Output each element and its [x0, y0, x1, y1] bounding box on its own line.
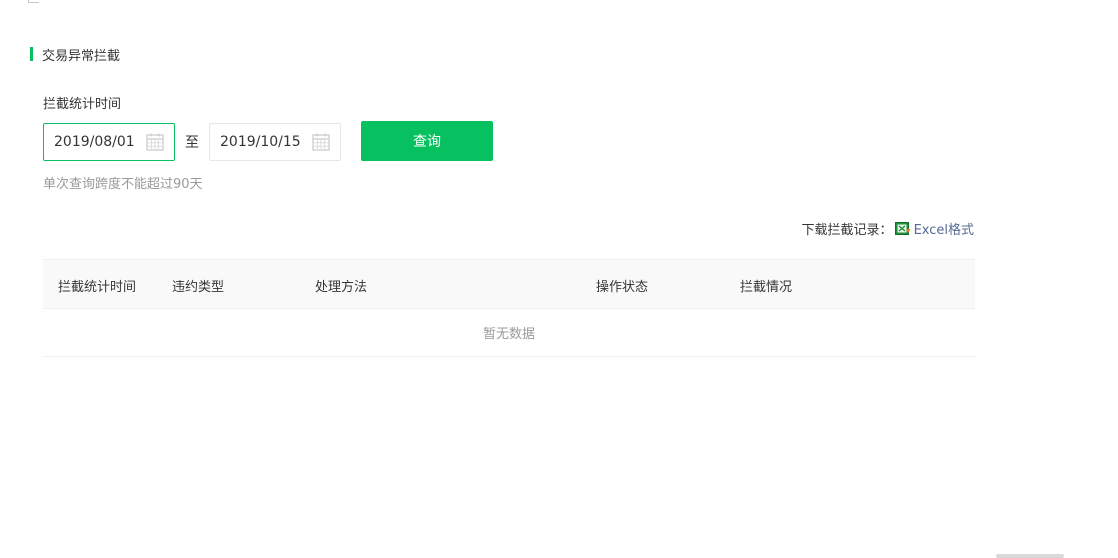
date-separator: 至: [185, 135, 199, 151]
download-label: 下载拦截记录：: [801, 223, 893, 238]
excel-download-link[interactable]: Excel格式: [914, 219, 974, 238]
table-empty-state: 暂无数据: [43, 309, 975, 357]
query-button[interactable]: 查询: [361, 121, 493, 161]
start-date-value: 2019/08/01: [54, 134, 135, 150]
calendar-icon[interactable]: [312, 133, 330, 151]
section-accent-bar: [30, 47, 33, 61]
scrollbar[interactable]: [996, 554, 1064, 558]
top-edge-icon: [28, 0, 39, 3]
column-header-operation-status: 操作状态: [596, 280, 649, 295]
start-date-input[interactable]: 2019/08/01: [43, 123, 175, 161]
section-title: 交易异常拦截: [42, 48, 121, 64]
column-header-handling-method: 处理方法: [315, 280, 368, 295]
section-header: 交易异常拦截: [30, 45, 121, 64]
column-header-intercept-status: 拦截情况: [740, 280, 793, 295]
page: 交易异常拦截 拦截统计时间 2019/08/01 至 2019/10/15 查询…: [0, 0, 1118, 558]
end-date-value: 2019/10/15: [220, 134, 301, 150]
excel-file-icon[interactable]: [894, 221, 911, 236]
table-header: 拦截统计时间 违约类型 处理方法 操作状态 拦截情况: [43, 259, 975, 309]
calendar-icon[interactable]: [146, 133, 164, 151]
end-date-input[interactable]: 2019/10/15: [209, 123, 341, 161]
download-records: 下载拦截记录： Excel格式: [802, 219, 974, 238]
date-range-hint: 单次查询跨度不能超过90天: [43, 177, 203, 192]
column-header-intercept-time: 拦截统计时间: [58, 280, 137, 295]
column-header-violation-type: 违约类型: [172, 280, 225, 295]
intercept-table: 拦截统计时间 违约类型 处理方法 操作状态 拦截情况 暂无数据: [43, 259, 975, 357]
date-range-label: 拦截统计时间: [43, 97, 122, 112]
